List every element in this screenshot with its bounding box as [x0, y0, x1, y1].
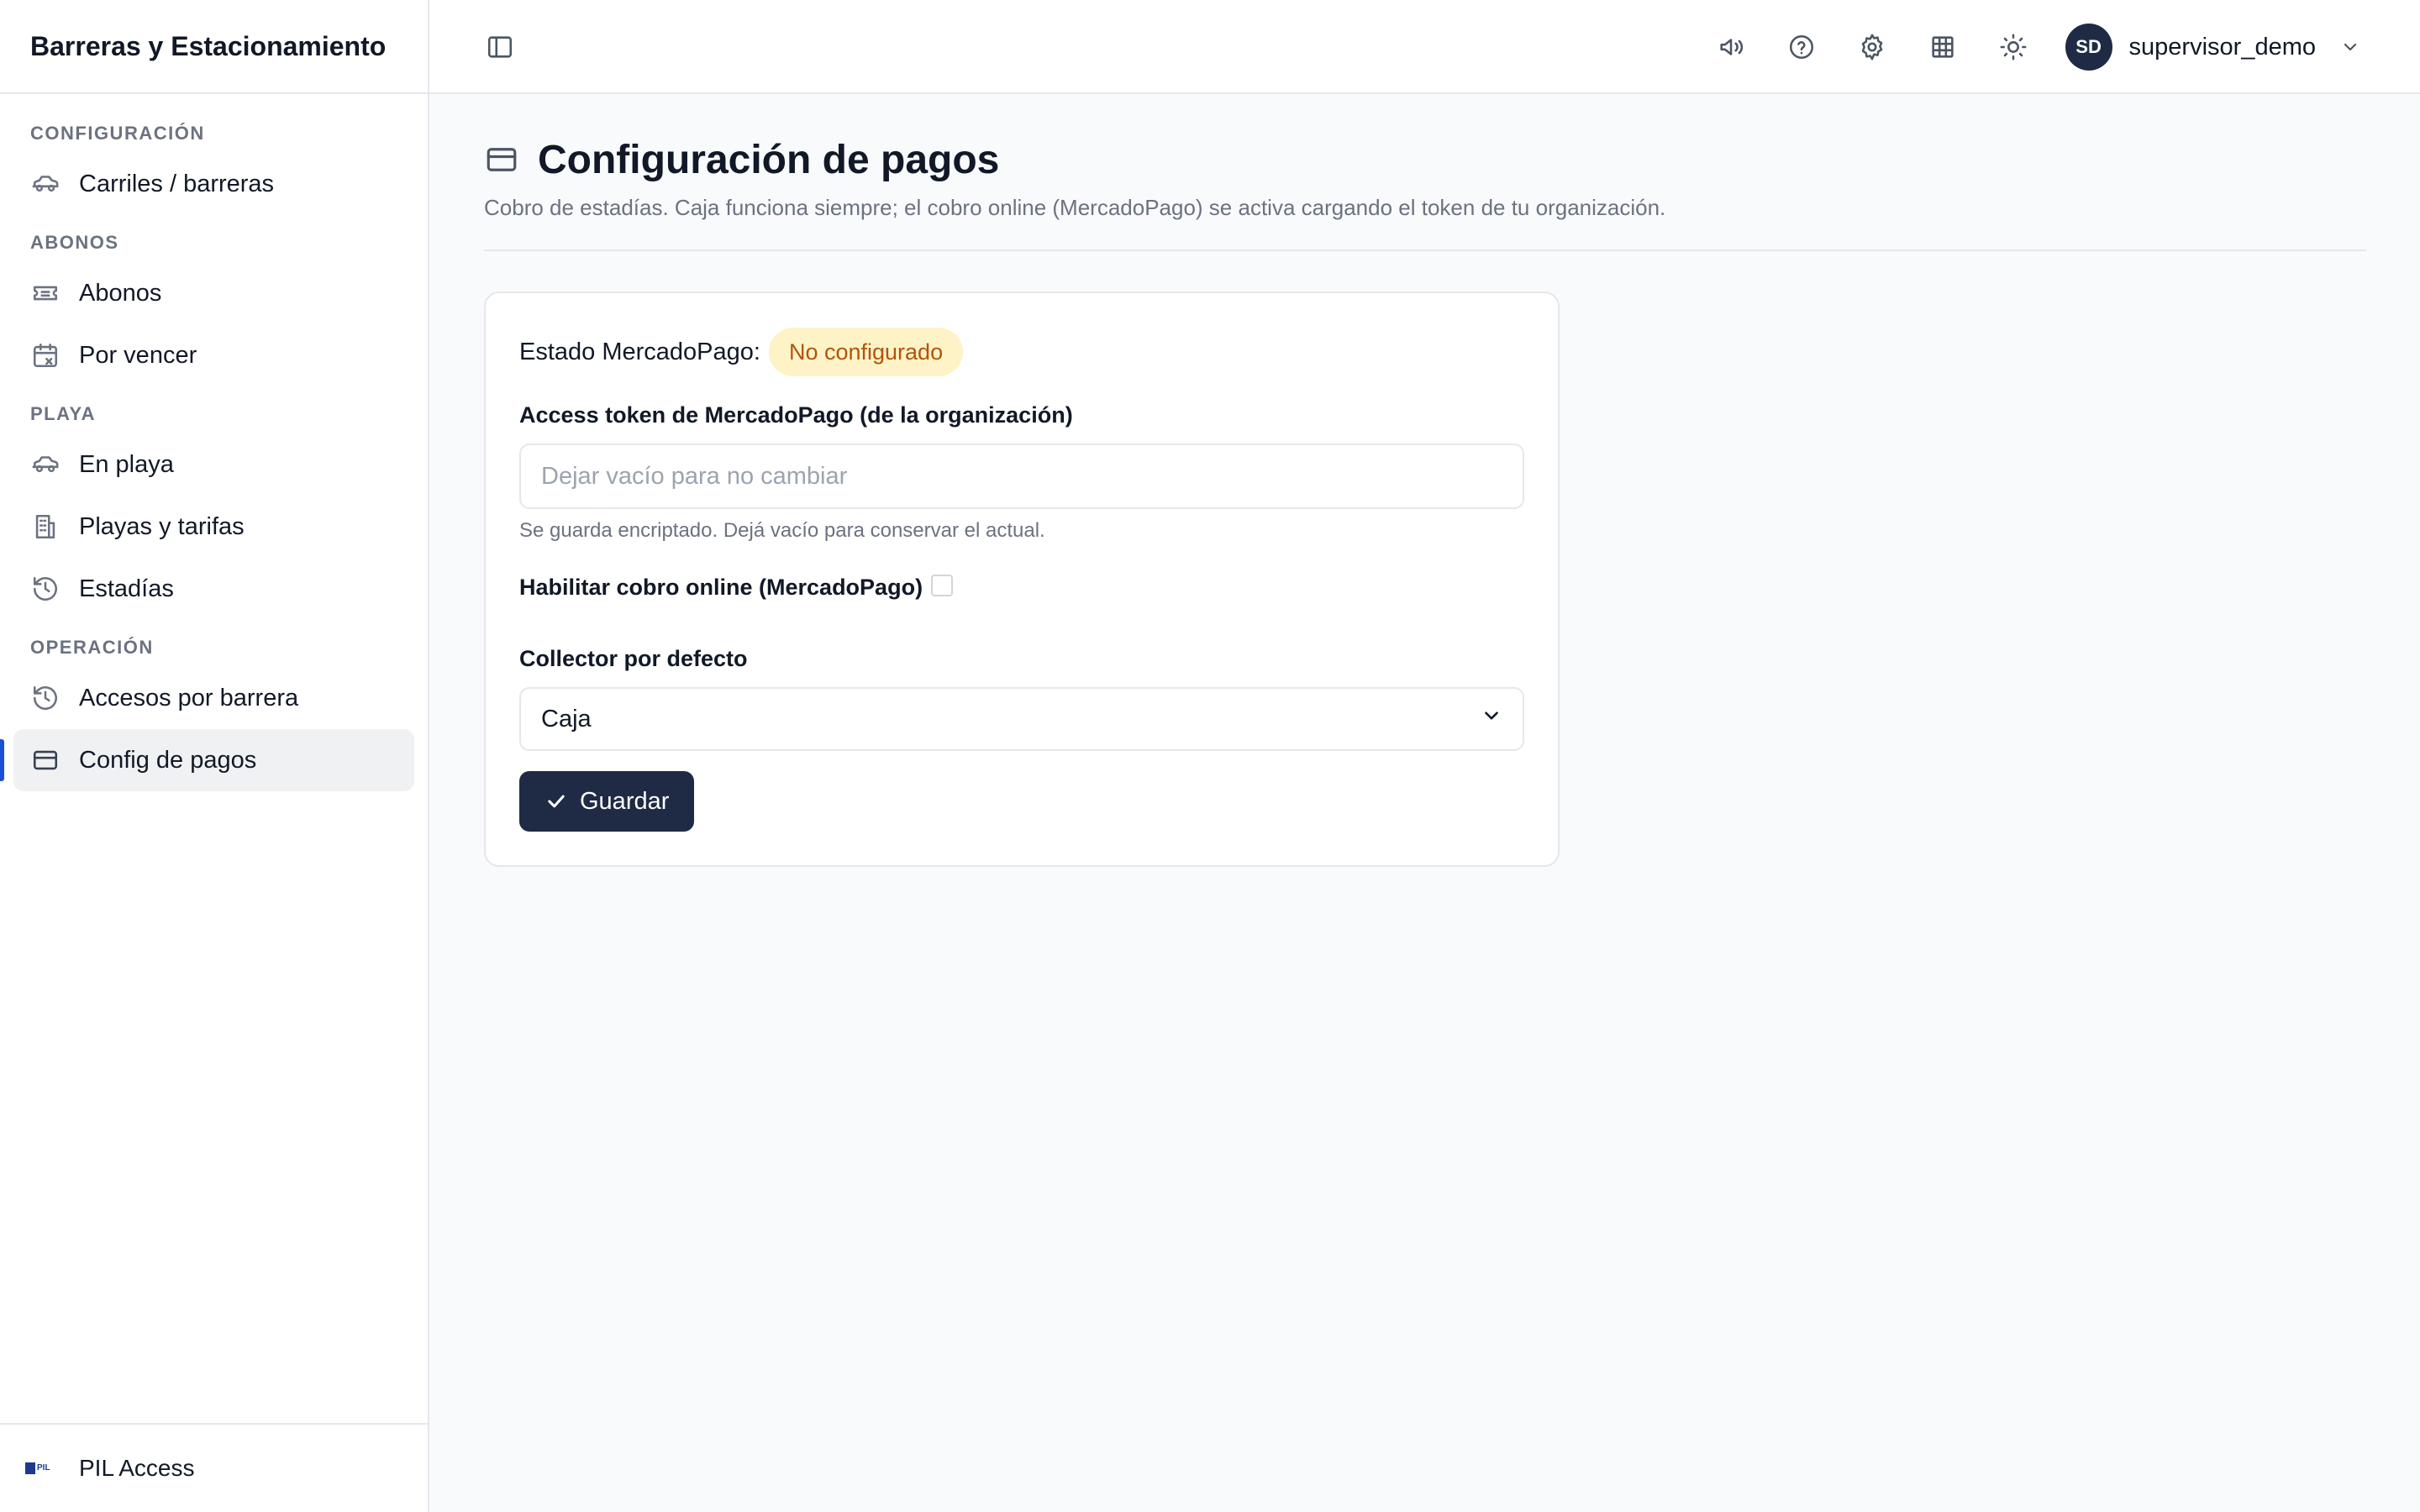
sidebar-item-label: En playa: [79, 450, 174, 478]
token-help-text: Se guarda encriptado. Dejá vacío para co…: [519, 519, 1045, 542]
footer-label: PIL Access: [79, 1455, 195, 1481]
status-badge: No configurado: [768, 328, 964, 376]
sidebar-item-carriles[interactable]: Carriles / barreras: [13, 153, 414, 215]
megaphone-icon[interactable]: [1712, 29, 1749, 66]
sidebar-item-label: Accesos por barrera: [79, 684, 299, 711]
chevron-down-icon: [2338, 34, 2363, 60]
sidebar-item-label: Por vencer: [79, 341, 197, 369]
settings-icon[interactable]: [1854, 29, 1891, 66]
save-button[interactable]: Guardar: [519, 771, 695, 832]
section-playa: PLAYA: [30, 403, 97, 424]
history-icon: [30, 683, 60, 713]
token-label: Access token de MercadoPago (de la organ…: [519, 402, 1073, 428]
sidebar-item-accesos[interactable]: Accesos por barrera: [13, 667, 414, 729]
section-abonos: ABONOS: [30, 232, 119, 253]
sidebar-item-label: Carriles / barreras: [79, 170, 275, 197]
app-title: Barreras y Estacionamiento: [30, 30, 387, 61]
collector-label: Collector por defecto: [519, 646, 748, 671]
status-row: Estado MercadoPago: No configurado: [519, 327, 1524, 377]
sidebar-item-en-playa[interactable]: En playa: [13, 433, 414, 496]
sidebar-item-label: Config de pagos: [79, 746, 257, 774]
save-label: Guardar: [580, 787, 670, 815]
calendar-x-icon: [30, 340, 60, 370]
collector-select[interactable]: Caja: [519, 687, 1524, 751]
sidebar-toggle-icon[interactable]: [483, 30, 517, 64]
username: supervisor_demo: [2128, 33, 2316, 60]
app-root: Barreras y Estacionamiento CONFIGURACIÓN…: [0, 0, 2420, 1512]
credit-card-icon: [30, 745, 60, 775]
page-subtitle: Cobro de estadías. Caja funciona siempre…: [484, 195, 1666, 220]
car-icon: [30, 169, 60, 199]
section-operacion: OPERACIÓN: [30, 637, 154, 658]
page-header: Configuración de pagos Cobro de estadías…: [484, 94, 2366, 221]
payment-config-card: Estado MercadoPago: No configurado Acces…: [484, 291, 1560, 867]
ticket-icon: [30, 278, 60, 308]
sidebar-item-playas-tarifas[interactable]: Playas y tarifas: [13, 496, 414, 558]
token-input[interactable]: [519, 444, 1524, 509]
sidebar-item-config-pagos[interactable]: Config de pagos: [0, 729, 414, 791]
status-label: Estado MercadoPago:: [519, 338, 760, 365]
divider: [484, 249, 2366, 251]
online-label: Habilitar cobro online (MercadoPago): [519, 575, 923, 600]
sidebar-item-label: Estadías: [79, 575, 174, 602]
sidebar-header: Barreras y Estacionamiento: [0, 0, 428, 94]
credit-card-icon: [484, 142, 519, 177]
chevron-down-icon: [1481, 705, 1502, 733]
online-toggle-row: Habilitar cobro online (MercadoPago): [519, 574, 1524, 601]
collector-value: Caja: [541, 705, 592, 732]
grid-icon[interactable]: [1924, 29, 1961, 66]
sidebar-item-abonos[interactable]: Abonos: [13, 262, 414, 324]
sidebar-footer[interactable]: PIL PIL Access: [0, 1423, 428, 1512]
pil-logo: PIL: [25, 1459, 59, 1478]
sidebar-item-por-vencer[interactable]: Por vencer: [13, 324, 414, 386]
sun-icon[interactable]: [1995, 29, 2032, 66]
sidebar-item-estadias[interactable]: Estadías: [13, 558, 414, 620]
sidebar-item-label: Abonos: [79, 279, 162, 307]
main-content: Configuración de pagos Cobro de estadías…: [484, 94, 2366, 867]
sidebar-item-label: Playas y tarifas: [79, 512, 245, 540]
history-icon: [30, 574, 60, 604]
topbar-actions: SD supervisor_demo: [1679, 0, 2363, 94]
building-icon: [30, 512, 60, 542]
page-title: Configuración de pagos: [538, 137, 1000, 182]
sidebar: Barreras y Estacionamiento CONFIGURACIÓN…: [0, 0, 429, 1512]
help-icon[interactable]: [1783, 29, 1820, 66]
online-checkbox[interactable]: [931, 574, 954, 596]
car-icon: [30, 449, 60, 480]
avatar: SD: [2065, 24, 2112, 71]
user-menu[interactable]: SD supervisor_demo: [2065, 24, 2363, 71]
check-icon: [544, 790, 568, 813]
topbar: SD supervisor_demo: [429, 0, 2420, 94]
section-configuracion: CONFIGURACIÓN: [30, 123, 205, 144]
